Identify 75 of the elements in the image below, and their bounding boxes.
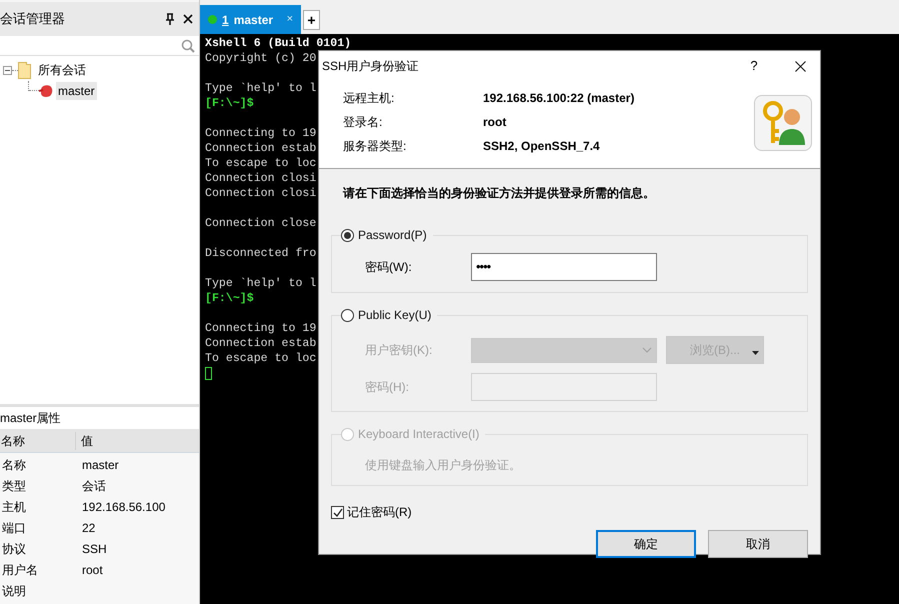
- checkbox-label: 记住密码(R): [347, 504, 412, 521]
- panel-title: 会话管理器: [0, 10, 66, 28]
- terminal-line: To escape to loc: [205, 156, 316, 171]
- property-name: 类型: [1, 478, 27, 494]
- search-field[interactable]: [0, 36, 199, 56]
- field-label: 用户密钥(K):: [364, 342, 434, 359]
- field-label: 密码(H):: [364, 379, 410, 396]
- property-name: 说明: [1, 582, 27, 600]
- property-value: master: [82, 456, 119, 474]
- caret-icon: [752, 351, 759, 355]
- radio-label: Password(P): [358, 227, 427, 244]
- tree-item[interactable]: master: [56, 82, 97, 100]
- help-button[interactable]: ?: [734, 56, 774, 76]
- property-value: root: [82, 562, 103, 578]
- property-value: 192.168.56.100: [82, 498, 166, 516]
- terminal-line: Connecting to 19: [205, 321, 316, 336]
- property-name: 名称: [1, 456, 27, 474]
- terminal-line: Type `help' to l: [205, 276, 316, 291]
- info-label: 远程主机:: [342, 90, 396, 107]
- terminal-line: Copyright (c) 20: [205, 51, 316, 66]
- new-tab-button[interactable]: +: [303, 10, 320, 30]
- folder-icon: [18, 62, 31, 78]
- close-icon[interactable]: [183, 14, 193, 24]
- dialog-button[interactable]: 取消: [708, 530, 808, 558]
- method-description: 使用键盘输入用户身份验证。: [365, 458, 521, 472]
- terminal-line: Connecting to 19: [205, 126, 316, 141]
- terminal-line: Connection closi: [205, 171, 316, 186]
- search-icon: [181, 38, 195, 52]
- session-tab[interactable]: 1 master ×: [200, 5, 301, 34]
- property-name: 协议: [1, 540, 27, 558]
- column-header: 值: [80, 432, 93, 450]
- radio-label: Keyboard Interactive(I): [358, 426, 480, 443]
- terminal-line: Connection estab: [205, 141, 316, 156]
- terminal-line: Type `help' to l: [205, 81, 316, 96]
- property-name: 端口: [1, 520, 27, 536]
- terminal-line: Connection close: [205, 216, 316, 231]
- expander-icon[interactable]: [3, 66, 12, 74]
- dialog-button[interactable]: 确定: [596, 530, 696, 558]
- tree-item[interactable]: 所有会话: [38, 61, 86, 79]
- terminal-prompt: [F:\~]$: [205, 291, 254, 306]
- property-value: 会话: [82, 478, 106, 494]
- pin-icon[interactable]: [165, 13, 175, 25]
- column-header: 名称: [0, 432, 76, 450]
- radio-button[interactable]: [341, 308, 354, 322]
- chevron-down-icon: [642, 347, 652, 353]
- property-name: 主机: [1, 498, 27, 516]
- instruction-text: 请在下面选择恰当的身份验证方法并提供登录所需的信息。: [343, 186, 655, 200]
- terminal-line: Connection estab: [205, 336, 316, 351]
- info-label: 登录名:: [342, 114, 384, 131]
- key-user-icon: [754, 95, 812, 151]
- info-value: SSH2, OpenSSH_7.4: [483, 138, 600, 155]
- tab-number: 1: [222, 12, 229, 28]
- property-name: 用户名: [1, 562, 39, 578]
- info-value: 192.168.56.100:22 (master): [483, 90, 634, 107]
- close-icon: [794, 60, 806, 72]
- terminal-line: Xshell 6 (Build 0101): [205, 36, 352, 51]
- property-value: SSH: [82, 540, 107, 558]
- field-label: 密码(W):: [364, 259, 413, 276]
- property-value: 22: [82, 520, 96, 536]
- checkbox[interactable]: [331, 506, 344, 518]
- terminal-prompt: [F:\~]$: [205, 96, 254, 111]
- session-icon: [39, 84, 55, 98]
- terminal-line: Connection closi: [205, 186, 316, 201]
- properties-title: master属性: [0, 407, 199, 429]
- dialog-title: SSH用户身份验证: [322, 58, 420, 75]
- radio-label: Public Key(U): [358, 307, 432, 324]
- tab-label: master: [234, 12, 274, 28]
- passphrase-field[interactable]: [471, 373, 657, 401]
- password-field[interactable]: ••••: [471, 253, 657, 281]
- terminal-line: Disconnected fro: [205, 246, 316, 261]
- info-value: root: [483, 114, 506, 131]
- terminal-line: To escape to loc: [205, 351, 316, 366]
- radio-button[interactable]: [341, 228, 354, 242]
- info-label: 服务器类型:: [342, 138, 408, 155]
- cursor-icon: [205, 367, 212, 380]
